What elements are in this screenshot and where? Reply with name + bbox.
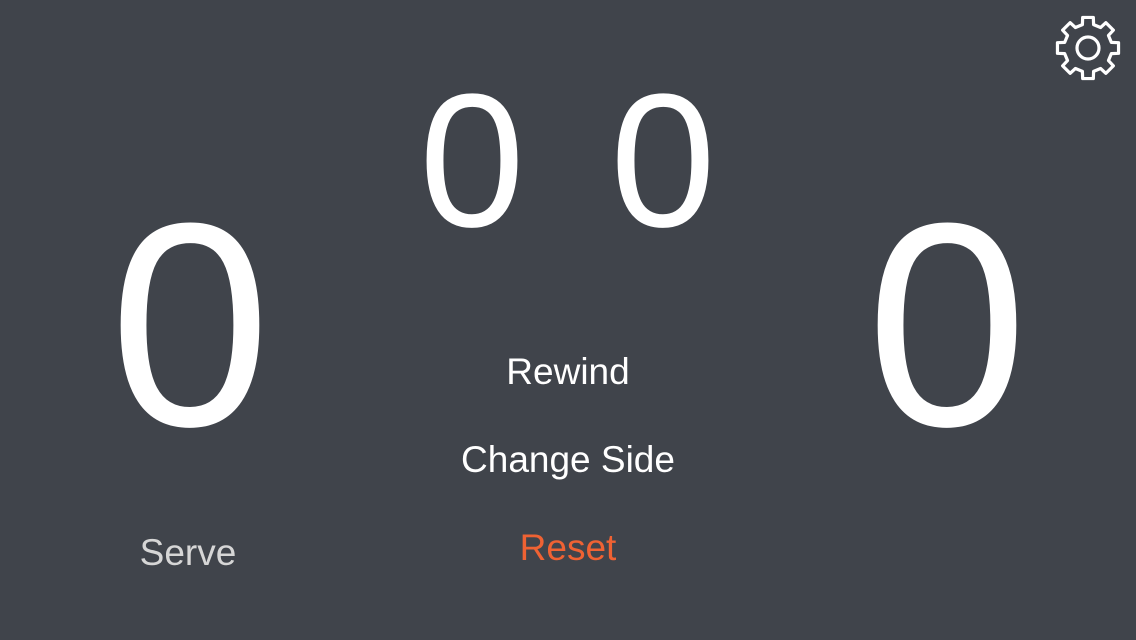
gear-icon[interactable] [1052,12,1124,84]
left-sets-score[interactable]: 0 [402,66,542,256]
serve-indicator[interactable]: Serve [88,531,288,575]
change-side-button[interactable]: Change Side [368,438,768,482]
right-sets-score[interactable]: 0 [593,66,733,256]
right-points-score[interactable]: 0 [817,180,1077,470]
left-points-score[interactable]: 0 [60,180,320,470]
reset-button[interactable]: Reset [368,526,768,570]
rewind-button[interactable]: Rewind [368,350,768,394]
